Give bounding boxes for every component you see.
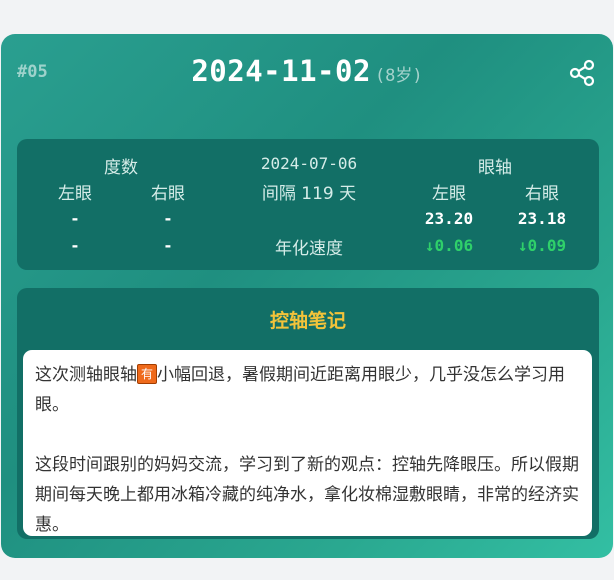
axis-right-eye-label: 右眼	[525, 184, 559, 204]
interval-days: 间隔 119 天	[261, 184, 357, 204]
axis-header: 眼轴	[478, 158, 512, 178]
record-card: #05 2024-11-02 (8岁) 度数 2024-07-06 眼轴 左眼 右…	[1, 34, 613, 558]
notes-paragraph-2: 这段时间跟别的妈妈交流，学习到了新的观点：控轴先降眼压。所以假期期间每天晚上都用…	[35, 455, 579, 535]
annual-speed-label: 年化速度	[275, 239, 343, 259]
notes-paragraph-1: 这次测轴眼轴有小幅回退，暑假期间近距离用眼少，几乎没怎么学习用眼。	[35, 360, 580, 420]
axis-left-change: ↓0.06	[424, 236, 474, 255]
measurement-panel: 度数 2024-07-06 眼轴 左眼 右眼 间隔 119 天 左眼 右眼 - …	[17, 139, 599, 270]
degree-right-change: -	[163, 236, 173, 255]
degree-left-change: -	[70, 236, 80, 255]
axis-right-value: 23.18	[517, 209, 567, 228]
has-badge: 有	[137, 364, 158, 384]
degree-header: 度数	[104, 158, 138, 178]
record-title: 2024-11-02 (8岁)	[1, 54, 613, 88]
degree-left-value: -	[70, 209, 80, 228]
degree-right-value: -	[163, 209, 173, 228]
share-icon	[569, 59, 595, 87]
degree-right-eye-label: 右眼	[151, 184, 185, 204]
degree-left-eye-label: 左眼	[58, 184, 92, 204]
child-age: (8岁)	[374, 66, 423, 86]
axis-right-change: ↓0.09	[517, 236, 567, 255]
notes-title: 控轴笔记	[269, 310, 346, 332]
previous-date: 2024-07-06	[260, 154, 358, 173]
notes-text-before-badge: 这次测轴眼轴	[35, 365, 137, 385]
axis-left-eye-label: 左眼	[432, 184, 466, 204]
record-date: 2024-11-02	[191, 54, 371, 88]
axis-left-value: 23.20	[424, 209, 474, 228]
notes-body: 这次测轴眼轴有小幅回退，暑假期间近距离用眼少，几乎没怎么学习用眼。 这段时间跟别…	[23, 350, 592, 536]
share-button[interactable]	[567, 58, 597, 88]
notes-panel: 控轴笔记 这次测轴眼轴有小幅回退，暑假期间近距离用眼少，几乎没怎么学习用眼。 这…	[17, 288, 599, 539]
